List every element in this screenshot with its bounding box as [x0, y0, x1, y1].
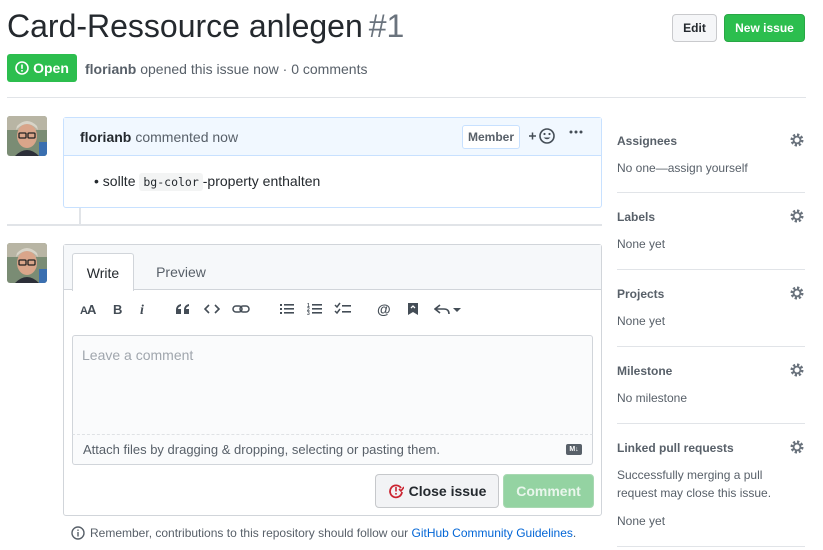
bold-icon[interactable]: B	[112, 302, 124, 319]
tab-write[interactable]: Write	[72, 253, 134, 291]
timeline-line	[79, 208, 81, 224]
guidelines-note: Remember, contributions to this reposito…	[71, 526, 576, 540]
sidebar-title-milestone[interactable]: Milestone	[617, 364, 805, 378]
comment-text-post: -property enthalten	[202, 173, 321, 189]
add-reaction-button[interactable]	[528, 127, 556, 148]
quote-icon[interactable]	[175, 302, 191, 319]
sidebar-value-projects: None yet	[617, 314, 666, 328]
gear-icon[interactable]	[789, 132, 805, 148]
svg-text:B: B	[113, 302, 122, 316]
close-issue-label: Close issue	[408, 483, 487, 499]
text-size-icon[interactable]: AA	[80, 302, 98, 319]
new-issue-button[interactable]: New issue	[724, 14, 805, 42]
comment-time[interactable]: commented now	[135, 129, 238, 145]
sidebar-assignees: Assignees No one—assign yourself	[617, 132, 805, 177]
tab-preview[interactable]: Preview	[144, 253, 218, 291]
issue-opened-icon	[15, 61, 29, 75]
issue-comment: florianb commented now Member • sollte b…	[63, 117, 602, 208]
sidebar-milestone: Milestone No milestone	[617, 362, 805, 407]
comment-textarea[interactable]: Leave a comment	[72, 335, 593, 435]
issue-title: Card-Ressource anlegen #1	[7, 8, 404, 45]
markdown-icon[interactable]: M↓	[566, 444, 582, 455]
issue-meta-text: opened this issue now · 0 comments	[140, 61, 368, 77]
sidebar-value-linked: None yet	[617, 514, 666, 528]
sidebar-title-assignees[interactable]: Assignees	[617, 134, 805, 148]
kebab-horizontal-icon	[569, 130, 583, 134]
info-icon	[71, 526, 85, 540]
sidebar-value-assignees[interactable]: No one—assign yourself	[617, 159, 805, 177]
sidebar-title-linked[interactable]: Linked pull requests	[617, 441, 805, 455]
sidebar-value-milestone: No milestone	[617, 391, 688, 405]
svg-text:3: 3	[307, 311, 310, 316]
status-badge: Open	[7, 54, 77, 82]
comment-composer: Write Preview AA B i 123 @ Leave a comme…	[63, 244, 602, 516]
issue-title-text: Card-Ressource anlegen	[7, 8, 363, 44]
issue-closed-icon	[388, 484, 404, 499]
comment-button[interactable]: Comment	[503, 474, 594, 508]
guidelines-suffix: .	[572, 526, 577, 540]
comment-author[interactable]: florianb	[80, 129, 131, 145]
guidelines-link[interactable]: GitHub Community Guidelines	[412, 526, 573, 540]
attach-files-text: Attach files by dragging & dropping, sel…	[83, 442, 440, 457]
issue-meta: florianb opened this issue now · 0 comme…	[85, 61, 367, 77]
sidebar-projects: Projects None yet	[617, 285, 805, 330]
sidebar-divider	[617, 346, 805, 347]
avatar[interactable]	[7, 243, 47, 283]
timeline-divider	[7, 224, 602, 226]
sidebar-title-labels[interactable]: Labels	[617, 210, 805, 224]
comment-body: • sollte bg-color -property enthalten	[94, 173, 321, 191]
gear-icon[interactable]	[789, 439, 805, 455]
sidebar-linked-help: Successfully merging a pull request may …	[617, 468, 772, 500]
mention-icon[interactable]: @	[377, 301, 393, 319]
task-list-icon[interactable]	[334, 302, 352, 319]
author-link[interactable]: florianb	[85, 61, 136, 77]
issue-number: #1	[368, 8, 405, 44]
unordered-list-icon[interactable]	[279, 302, 295, 319]
sidebar-value-labels: None yet	[617, 237, 666, 251]
list-bullet: •	[94, 173, 103, 189]
italic-icon[interactable]: i	[139, 302, 149, 319]
gear-icon[interactable]	[789, 362, 805, 378]
header-divider	[7, 97, 806, 98]
svg-text:i: i	[140, 303, 144, 316]
link-icon[interactable]	[232, 302, 250, 319]
status-label: Open	[33, 60, 69, 76]
member-badge: Member	[462, 125, 521, 149]
cross-reference-icon[interactable]	[407, 302, 419, 319]
more-options-button[interactable]	[568, 124, 584, 145]
sidebar-divider	[617, 192, 805, 193]
gear-icon[interactable]	[789, 208, 805, 224]
sidebar-title-projects[interactable]: Projects	[617, 287, 805, 301]
saved-replies-icon[interactable]	[433, 302, 462, 319]
sidebar-divider	[617, 423, 805, 424]
ordered-list-icon[interactable]: 123	[307, 302, 323, 319]
close-issue-button[interactable]: Close issue	[375, 474, 499, 508]
sidebar-divider	[617, 269, 805, 270]
sidebar-linked-prs: Linked pull requests Successfully mergin…	[617, 439, 805, 530]
gear-icon[interactable]	[789, 285, 805, 301]
comment-header: florianb commented now	[64, 118, 601, 156]
svg-text:A: A	[87, 302, 97, 316]
comment-text-pre: sollte	[102, 173, 136, 189]
sidebar-divider	[617, 546, 805, 547]
attach-files-bar[interactable]: Attach files by dragging & dropping, sel…	[72, 435, 593, 465]
smiley-plus-icon	[529, 128, 555, 144]
inline-code: bg-color	[139, 173, 203, 191]
sidebar-labels: Labels None yet	[617, 208, 805, 253]
code-icon[interactable]	[203, 302, 221, 319]
guidelines-text: Remember, contributions to this reposito…	[90, 526, 409, 540]
edit-button[interactable]: Edit	[672, 14, 717, 42]
svg-text:@: @	[377, 302, 391, 316]
avatar[interactable]	[7, 116, 47, 156]
